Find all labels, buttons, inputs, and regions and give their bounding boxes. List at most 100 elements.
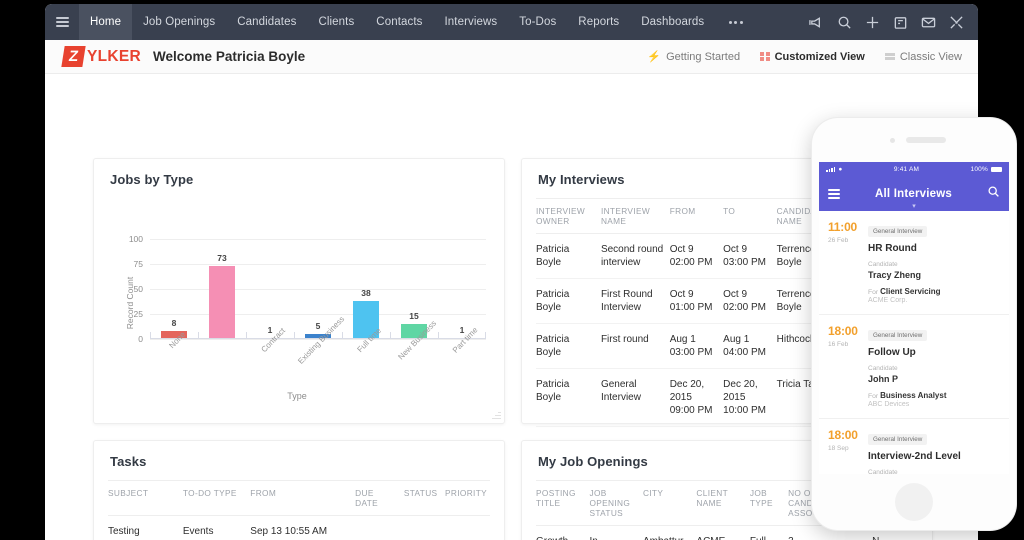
hamburger-icon[interactable]: [45, 4, 79, 40]
table-cell[interactable]: Testing: [108, 516, 183, 540]
table-cell[interactable]: General Interview: [601, 369, 670, 427]
search-icon[interactable]: [987, 185, 1000, 203]
nav-item-to-dos[interactable]: To-Dos: [508, 4, 567, 40]
nav-item-contacts[interactable]: Contacts: [365, 4, 433, 40]
column-header[interactable]: INTERVIEW NAME: [601, 199, 670, 234]
table-cell: In-progress: [589, 526, 642, 540]
welcome-message: Welcome Patricia Boyle: [153, 49, 305, 64]
getting-started-label: Getting Started: [666, 51, 740, 63]
table-cell: Sep 13 10:55 AM: [250, 516, 355, 540]
column-header[interactable]: POSTING TITLE: [536, 481, 589, 526]
card-resize-handle[interactable]: [490, 409, 501, 420]
jobs-by-type-title: Jobs by Type: [94, 159, 504, 187]
chart-x-tick-slot: Contract: [246, 333, 294, 377]
phone-interview-item[interactable]: 18:0018 SepGeneral InterviewInterview-2n…: [819, 419, 1009, 474]
nav-more-button[interactable]: [715, 4, 756, 40]
phone-interview-item[interactable]: 18:0016 FebGeneral InterviewFollow UpCan…: [819, 315, 1009, 419]
chart-x-tick-slot: Part time: [438, 333, 486, 377]
table-cell: Oct 9 01:00 PM: [670, 279, 723, 324]
customized-view-label: Customized View: [775, 51, 865, 63]
nav-item-job-openings[interactable]: Job Openings: [132, 4, 226, 40]
column-header[interactable]: JOB TYPE: [750, 481, 788, 526]
phone-mockup: ● 9:41 AM 100% All Interviews ▾ 11:0026 …: [812, 118, 1016, 530]
phone-item-tag: General Interview: [868, 330, 927, 341]
column-header[interactable]: TO-DO TYPE: [183, 481, 250, 516]
zylker-logo[interactable]: Z YLKER: [63, 46, 141, 67]
column-header[interactable]: SUBJECT: [108, 481, 183, 516]
phone-camera: [890, 138, 895, 143]
column-header[interactable]: CITY: [643, 481, 696, 526]
wifi-icon: ●: [838, 166, 842, 173]
nav-item-home[interactable]: Home: [79, 4, 132, 40]
phone-top-bezel: [812, 118, 1016, 162]
column-header[interactable]: FROM: [250, 481, 355, 516]
brand-bar: Z YLKER Welcome Patricia Boyle ⚡ Getting…: [45, 40, 978, 74]
phone-interview-item[interactable]: 11:0026 FebGeneral InterviewHR RoundCand…: [819, 211, 1009, 315]
table-cell[interactable]: First Round Interview: [601, 279, 670, 324]
chart-x-tick-slot: Full time: [342, 333, 390, 377]
chart-y-tick: 0: [138, 334, 143, 344]
chart-bar-value: 5: [316, 321, 321, 331]
column-header[interactable]: TO: [723, 199, 776, 234]
nav-item-clients[interactable]: Clients: [307, 4, 365, 40]
mail-icon[interactable]: [921, 15, 936, 30]
nav-item-candidates[interactable]: Candidates: [226, 4, 307, 40]
for-label: For: [868, 393, 878, 400]
table-row[interactable]: TestingEventsSep 13 10:55 AM: [108, 516, 490, 540]
search-icon[interactable]: [837, 15, 852, 30]
phone-home-button[interactable]: [895, 483, 933, 521]
chart-bar-value: 73: [217, 253, 226, 263]
column-header[interactable]: INTERVIEW OWNER: [536, 199, 601, 234]
table-cell: Oct 9 02:00 PM: [670, 234, 723, 279]
table-cell: [404, 516, 445, 540]
column-header[interactable]: FROM: [670, 199, 723, 234]
column-header[interactable]: DUE DATE: [355, 481, 404, 516]
table-cell[interactable]: Second round interview: [601, 234, 670, 279]
nav-item-interviews[interactable]: Interviews: [433, 4, 508, 40]
chart-y-tick: 50: [134, 284, 143, 294]
chart-y-tick: 25: [134, 309, 143, 319]
column-header[interactable]: CLIENT NAME: [696, 481, 749, 526]
chart-bar[interactable]: 73: [209, 266, 236, 339]
megaphone-icon[interactable]: [809, 15, 824, 30]
phone-clock: 9:41 AM: [894, 166, 919, 173]
classic-view-label: Classic View: [900, 51, 962, 63]
phone-item-date: 18 Sep: [828, 445, 868, 452]
table-cell: Patricia Boyle: [536, 234, 601, 279]
brand-bar-actions: ⚡ Getting Started Customized View Classi…: [647, 50, 962, 63]
column-header[interactable]: JOB OPENING STATUS: [589, 481, 642, 526]
phone-item-time: 11:00: [828, 220, 868, 234]
column-header[interactable]: STATUS: [404, 481, 445, 516]
phone-screen: ● 9:41 AM 100% All Interviews ▾ 11:0026 …: [819, 162, 1009, 474]
chart-bar-value: 38: [361, 288, 370, 298]
table-cell: [445, 516, 490, 540]
lightning-icon: ⚡: [647, 50, 661, 63]
table-cell[interactable]: First round: [601, 324, 670, 369]
signal-icon: [826, 167, 835, 172]
table-cell[interactable]: ACME Corp.: [696, 526, 749, 540]
phone-speaker: [906, 137, 946, 143]
hamburger-icon[interactable]: [828, 187, 840, 201]
calendar-icon[interactable]: [893, 15, 908, 30]
nav-items: HomeJob OpeningsCandidatesClientsContact…: [79, 4, 715, 40]
phone-item-date: 16 Feb: [828, 341, 868, 348]
column-header[interactable]: PRIORITY: [445, 481, 490, 516]
table-cell: Events: [183, 516, 250, 540]
nav-item-reports[interactable]: Reports: [567, 4, 630, 40]
chart-x-tick-slot: None: [150, 333, 198, 377]
phone-item-time-col: 18:0016 Feb: [828, 324, 868, 408]
tasks-table-wrap: SUBJECTTO-DO TYPEFROMDUE DATESTATUSPRIOR…: [94, 480, 504, 540]
chart-x-tick-labels: NoneContractExisting BusinessFull timeNe…: [150, 333, 486, 377]
tools-icon[interactable]: [949, 15, 964, 30]
getting-started-link[interactable]: ⚡ Getting Started: [647, 50, 740, 63]
tasks-table: SUBJECTTO-DO TYPEFROMDUE DATESTATUSPRIOR…: [108, 480, 490, 540]
for-label: For: [868, 289, 878, 296]
classic-view-toggle[interactable]: Classic View: [885, 51, 962, 63]
chevron-down-icon[interactable]: ▾: [912, 202, 916, 210]
for-value: Client Servicing: [880, 287, 940, 296]
nav-item-dashboards[interactable]: Dashboards: [630, 4, 715, 40]
phone-item-candidate-label: Candidate: [868, 469, 1000, 474]
customized-view-toggle[interactable]: Customized View: [760, 51, 865, 63]
table-cell[interactable]: Growth Marketer: [536, 526, 589, 540]
plus-icon[interactable]: [865, 15, 880, 30]
